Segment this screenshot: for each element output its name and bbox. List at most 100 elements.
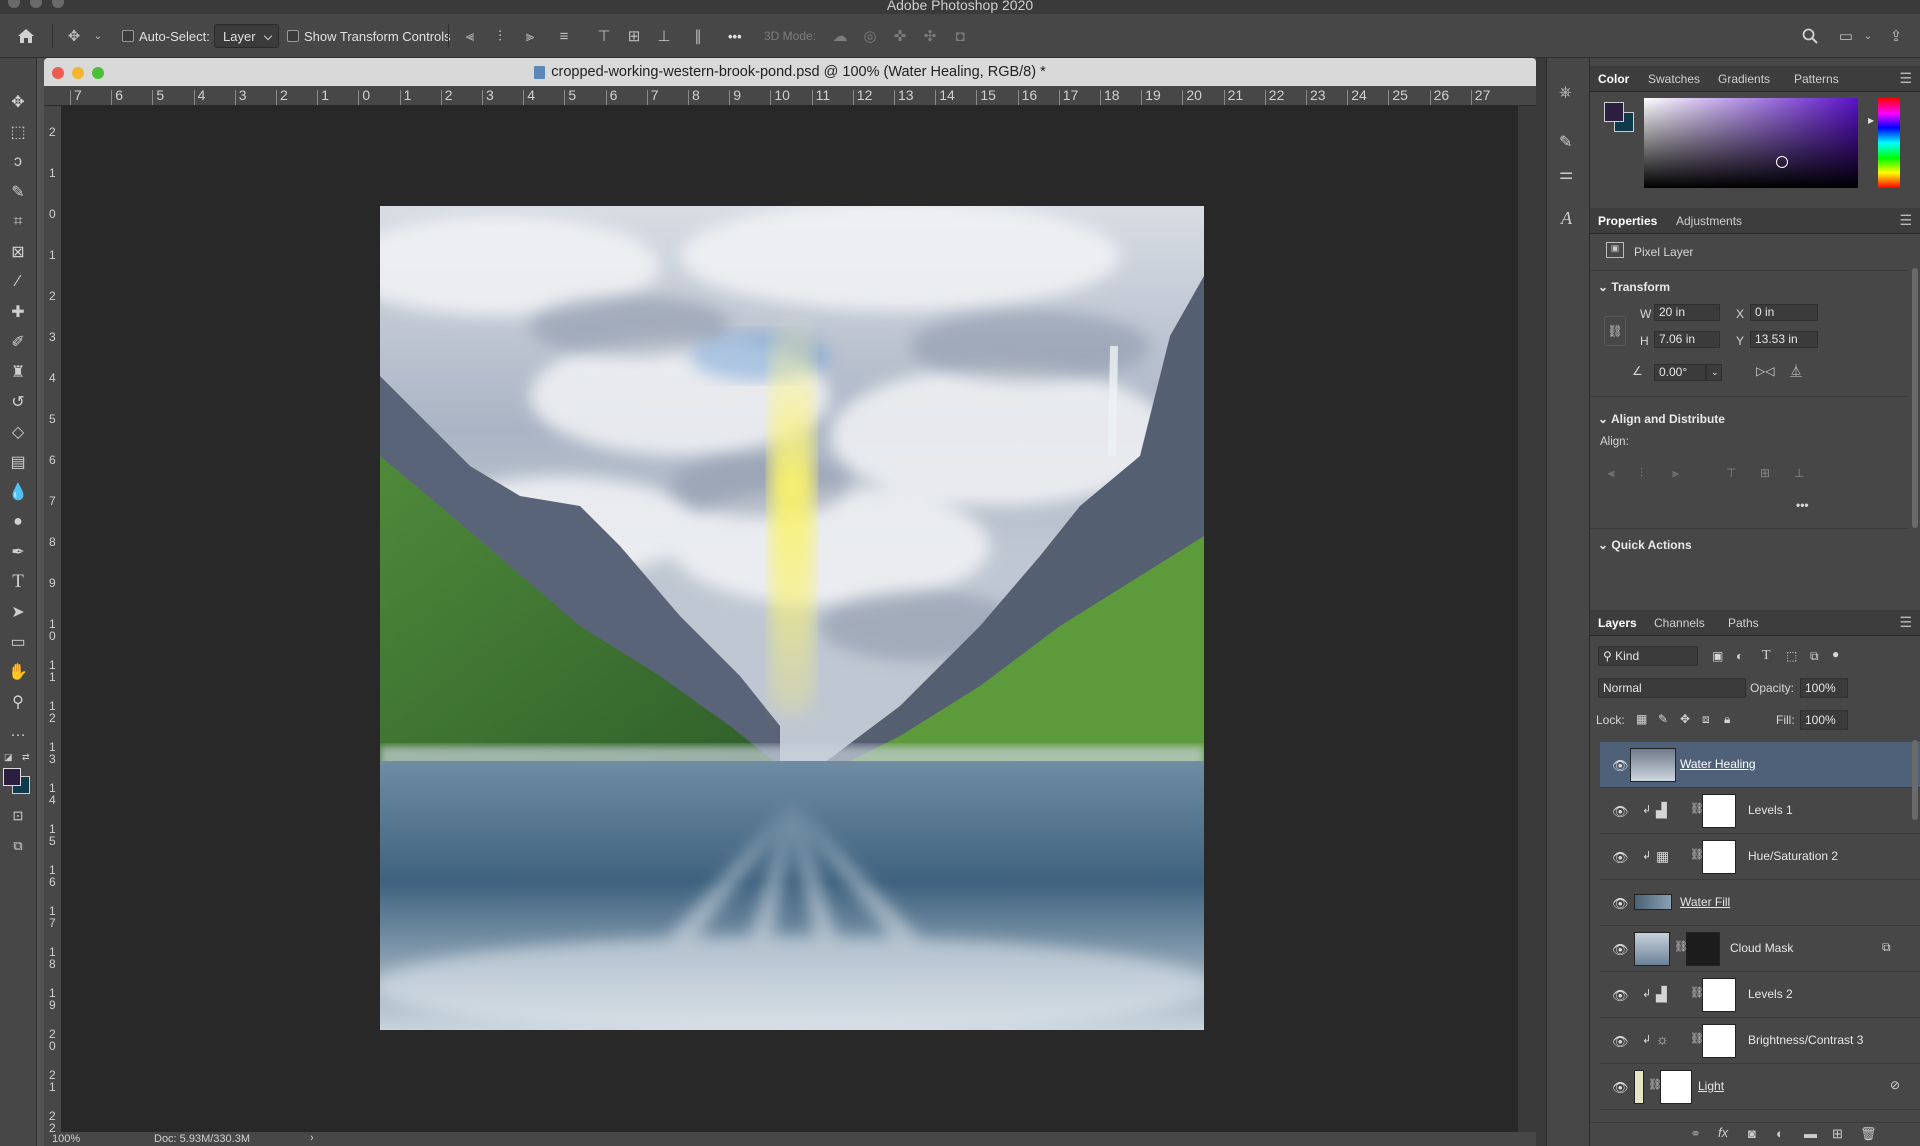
glyphs-panel-icon[interactable]: A [1561, 208, 1572, 229]
zoom-doc-dot[interactable] [92, 67, 104, 79]
angle-field[interactable]: 0.00° [1654, 364, 1706, 381]
3d-slide-icon[interactable]: ✣ [920, 26, 940, 46]
gradient-tool-icon[interactable]: ▤ [6, 450, 30, 474]
lock-transparent-icon[interactable]: ▦ [1636, 712, 1647, 726]
3d-pan-icon[interactable]: ✜ [890, 26, 910, 46]
more-options-button[interactable]: ••• [728, 14, 742, 58]
home-icon[interactable] [16, 26, 36, 46]
add-mask-icon[interactable]: ◙ [1748, 1126, 1756, 1141]
filter-pixel-icon[interactable]: ▣ [1712, 649, 1723, 663]
tab-color[interactable]: Color [1598, 72, 1629, 86]
panel-menu-icon[interactable]: ☰ [1899, 614, 1912, 631]
opacity-field[interactable]: 100% [1800, 678, 1848, 698]
visibility-eye-icon[interactable]: 👁︎ [1612, 804, 1629, 819]
layer-name[interactable]: Hue/Saturation 2 [1748, 849, 1838, 863]
layer-filter-dropdown[interactable]: ⚲ Kind [1598, 646, 1698, 666]
zoom-level[interactable]: 100% [52, 1133, 80, 1145]
layer-row[interactable]: 👁︎ ↲ ▦ ⛓ Hue/Saturation 2 [1600, 834, 1920, 880]
adjustments-icon[interactable]: ⚌ [1559, 164, 1573, 184]
properties-scrollbar[interactable] [1912, 268, 1918, 528]
visibility-eye-icon[interactable]: 👁︎ [1612, 942, 1629, 957]
marquee-tool-icon[interactable]: ⬚ [6, 120, 30, 144]
fx-icon[interactable]: fx [1718, 1125, 1728, 1140]
search-icon[interactable] [1800, 26, 1820, 46]
fill-field[interactable]: 100% [1800, 710, 1848, 730]
visibility-eye-icon[interactable]: 👁︎ [1612, 850, 1629, 865]
lock-all-icon[interactable]: 🔒︎ [1724, 712, 1730, 727]
filter-smart-object-icon[interactable]: ⧉ [1810, 649, 1819, 664]
align-left-icon[interactable]: ⫷ [1608, 466, 1615, 481]
3d-camera-icon[interactable]: ◘ [950, 26, 970, 46]
visibility-eye-icon[interactable]: 👁︎ [1612, 896, 1629, 911]
align-right-icon[interactable]: ⫸ [520, 26, 540, 46]
tab-paths[interactable]: Paths [1728, 616, 1759, 630]
x-field[interactable]: 0 in [1750, 304, 1818, 321]
link-dimensions-icon[interactable]: ⛓ [1604, 316, 1626, 346]
visibility-eye-icon[interactable]: 👁︎ [1612, 1080, 1629, 1095]
align-left-icon[interactable]: ⫷ [460, 26, 480, 46]
layer-mask-thumbnail[interactable] [1702, 1024, 1736, 1058]
align-center-icon[interactable]: ⫶ [490, 26, 510, 46]
auto-select-dropdown[interactable]: Layer [214, 24, 279, 48]
quick-mask-icon[interactable]: ⊡ [6, 804, 30, 828]
align-top-icon[interactable]: ⊤ [594, 26, 614, 46]
vertical-ruler[interactable]: 2101234567891 01 11 21 31 41 51 61 71 81… [44, 106, 62, 1132]
crop-tool-icon[interactable]: ⌗ [6, 210, 30, 234]
type-tool-icon[interactable]: T [6, 570, 30, 594]
layer-row[interactable]: 👁︎ ↲ ▟ ⛓ Levels 1 [1600, 788, 1920, 834]
align-middle-icon[interactable]: ⊞ [1760, 466, 1770, 480]
screen-mode-icon[interactable]: ⧉ [6, 834, 30, 858]
chevron-right-icon[interactable]: › [310, 1132, 314, 1144]
link-layers-icon[interactable]: ⚭ [1690, 1126, 1701, 1142]
flip-vertical-icon[interactable]: ⏅ [1790, 362, 1802, 379]
move-tool-icon[interactable]: ✥ [64, 26, 84, 46]
auto-select-checkbox[interactable]: Auto-Select: [122, 14, 210, 58]
chevron-down-icon[interactable]: ⌄ [88, 26, 108, 46]
3d-orbit-icon[interactable]: ☁ [830, 26, 850, 46]
layer-row[interactable]: 👁︎ ⛓ Light ⊘ [1600, 1064, 1920, 1110]
workspace-icon[interactable]: ▭ [1836, 26, 1856, 46]
flip-horizontal-icon[interactable]: ▷◁ [1756, 364, 1774, 378]
filter-shape-icon[interactable]: ⬚ [1786, 649, 1797, 663]
blur-tool-icon[interactable]: 💧 [6, 480, 30, 504]
tab-channels[interactable]: Channels [1654, 616, 1705, 630]
hand-tool-icon[interactable]: ✋ [6, 660, 30, 684]
lasso-tool-icon[interactable]: ↄ [6, 150, 30, 174]
history-panel-icon[interactable]: ⎈ [1559, 84, 1572, 102]
visibility-eye-icon[interactable]: 👁︎ [1612, 758, 1629, 773]
tab-gradients[interactable]: Gradients [1718, 72, 1770, 86]
align-top-icon[interactable]: ⊤ [1726, 466, 1736, 480]
tab-layers[interactable]: Layers [1598, 616, 1637, 630]
y-field[interactable]: 13.53 in [1750, 331, 1818, 348]
move-tool-icon[interactable]: ✥ [6, 90, 30, 114]
lock-artboard-icon[interactable]: ⧈ [1702, 712, 1710, 727]
filter-type-icon[interactable]: T [1762, 648, 1771, 664]
layer-name[interactable]: Water Fill [1680, 895, 1730, 909]
layers-scrollbar[interactable] [1912, 740, 1918, 820]
layer-row[interactable]: 👁︎ ↲ ☼ ⛓ Brightness/Contrast 3 [1600, 1018, 1920, 1064]
layer-row[interactable]: 👁︎ ↲ ▟ ⛓ Levels 2 [1600, 972, 1920, 1018]
share-icon[interactable]: ⇪ [1886, 26, 1906, 46]
layer-mask-thumbnail[interactable] [1686, 932, 1720, 966]
healing-brush-icon[interactable]: ✚ [6, 300, 30, 324]
layer-row[interactable]: 👁︎ Water Healing [1600, 742, 1920, 788]
zoom-tool-icon[interactable]: ⚲ [6, 690, 30, 714]
lock-image-icon[interactable]: ✎ [1658, 712, 1668, 726]
color-picker-handle[interactable] [1776, 156, 1788, 168]
align-bottom-icon[interactable]: ⊥ [654, 26, 674, 46]
minimize-window-dot[interactable] [30, 0, 42, 8]
layer-name[interactable]: Water Healing [1680, 757, 1756, 771]
layer-name[interactable]: Light [1698, 1079, 1724, 1093]
layer-name[interactable]: Cloud Mask [1730, 941, 1793, 955]
close-window-dot[interactable] [8, 0, 20, 8]
chevron-down-icon[interactable]: ⌄ [1858, 26, 1878, 46]
rectangle-tool-icon[interactable]: ▭ [6, 630, 30, 654]
align-right-icon[interactable]: ⫸ [1672, 466, 1679, 481]
document-tab[interactable]: cropped-working-western-brook-pond.psd @… [44, 58, 1536, 86]
layer-name[interactable]: Levels 2 [1748, 987, 1793, 1001]
transform-section-title[interactable]: ⌄ Transform [1598, 280, 1670, 294]
panel-divider[interactable] [1536, 58, 1546, 1146]
trash-icon[interactable]: 🗑︎ [1860, 1126, 1877, 1142]
layer-mask-thumbnail[interactable] [1660, 1070, 1692, 1104]
foreground-color-swatch[interactable] [1604, 102, 1624, 122]
